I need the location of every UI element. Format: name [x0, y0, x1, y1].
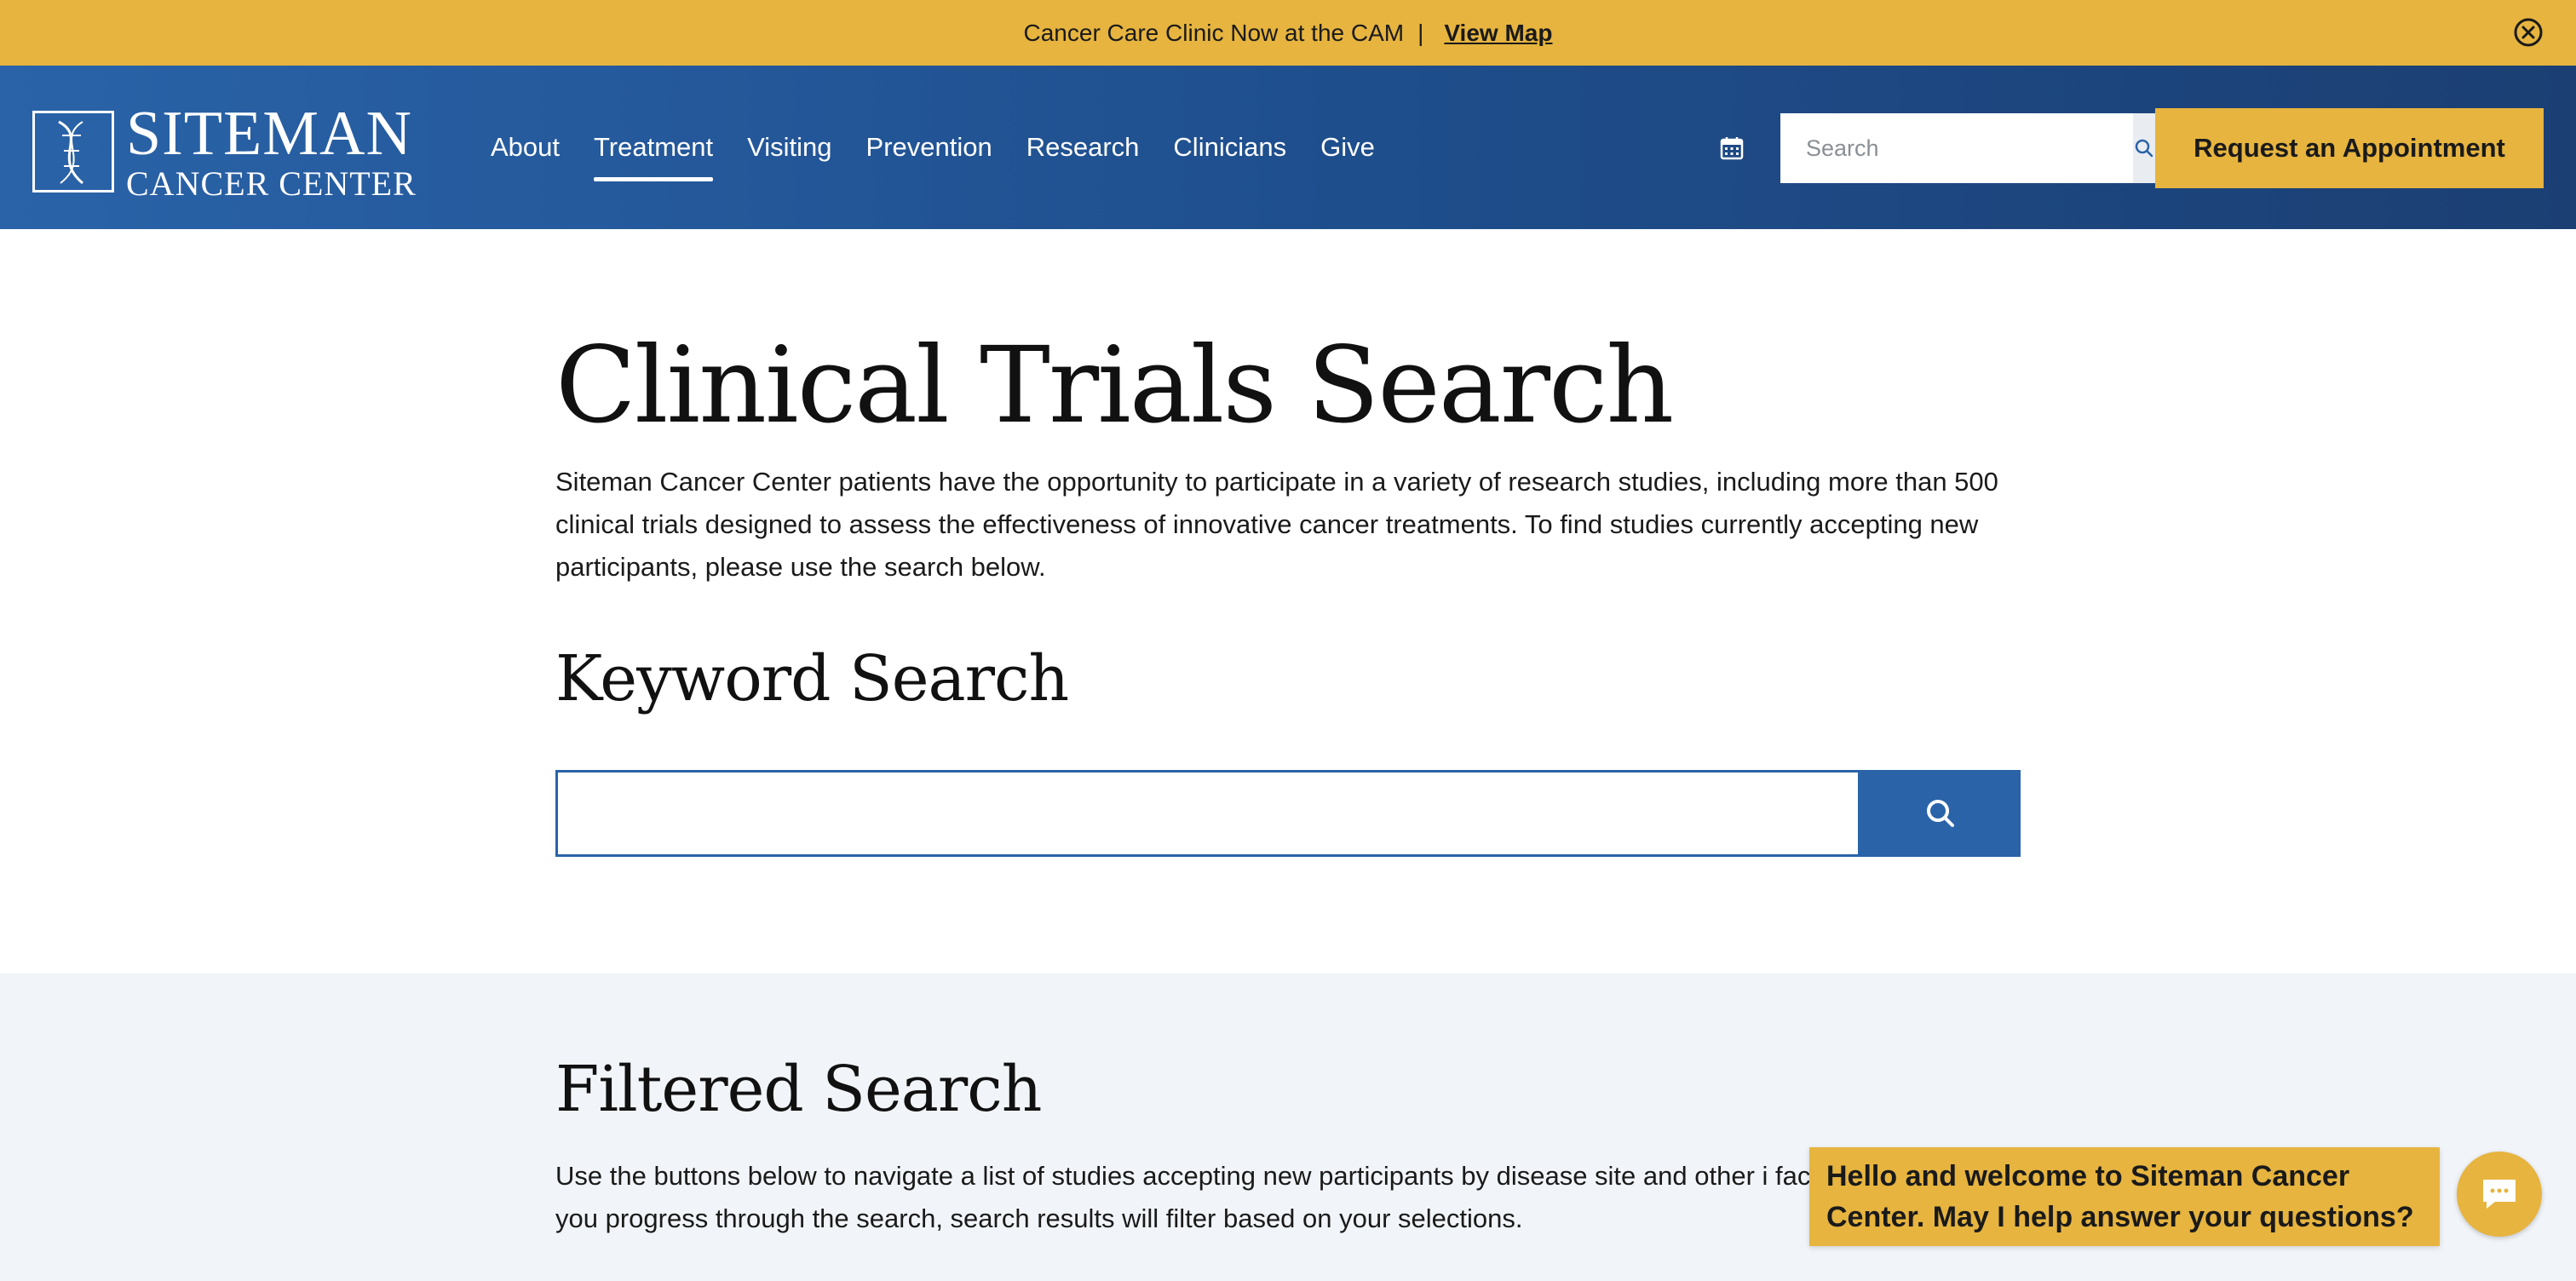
filtered-search-description: Use the buttons below to navigate a list… — [555, 1161, 1899, 1233]
chat-welcome-bubble[interactable]: Hello and welcome to Siteman Cancer Cent… — [1809, 1147, 2440, 1246]
filtered-search-title: Filtered Search — [555, 1053, 1042, 1126]
main-nav: About Treatment Visiting Prevention Rese… — [491, 66, 1409, 229]
close-circle-icon — [2514, 18, 2543, 47]
nav-visiting[interactable]: Visiting — [747, 125, 831, 169]
calendar-button[interactable] — [1719, 135, 1745, 161]
keyword-search-title: Keyword Search — [555, 642, 1069, 715]
search-icon — [2135, 139, 2153, 158]
intro-text: Siteman Cancer Center patients have the … — [555, 467, 1998, 582]
keyword-search-button[interactable] — [1860, 770, 2021, 857]
site-logo[interactable]: SITEMAN CANCER CENTER — [32, 99, 417, 203]
chat-icon — [2483, 1180, 2516, 1209]
header-search — [1780, 113, 2155, 183]
chat-button[interactable] — [2457, 1152, 2542, 1237]
request-appointment-button[interactable]: Request an Appointment — [2155, 108, 2544, 188]
header-search-input[interactable] — [1780, 113, 2133, 183]
site-header: SITEMAN CANCER CENTER About Treatment Vi… — [0, 66, 2576, 229]
calendar-icon — [1720, 137, 1744, 160]
nav-treatment[interactable]: Treatment — [594, 125, 714, 181]
announcement-separator: | — [1417, 19, 1424, 46]
header-search-button[interactable] — [2133, 113, 2155, 183]
close-announcement-button[interactable] — [2513, 17, 2544, 48]
nav-clinicians[interactable]: Clinicians — [1173, 125, 1286, 169]
announcement-message: Cancer Care Clinic Now at the CAM — [1023, 19, 1405, 46]
logo-line-1: SITEMAN — [126, 99, 412, 169]
search-icon — [1927, 800, 1954, 827]
logo-line-2: CANCER CENTER — [126, 164, 417, 203]
dna-logo-icon — [32, 111, 114, 192]
keyword-search-input[interactable] — [555, 770, 1860, 857]
nav-about[interactable]: About — [491, 125, 560, 169]
announcement-bar: Cancer Care Clinic Now at the CAM | View… — [0, 0, 2576, 66]
nav-prevention[interactable]: Prevention — [866, 125, 992, 169]
keyword-search-form — [555, 770, 2021, 857]
nav-give[interactable]: Give — [1320, 125, 1375, 169]
view-map-link[interactable]: View Map — [1444, 20, 1552, 47]
nav-research[interactable]: Research — [1026, 125, 1140, 169]
page-title: Clinical Trials Search — [555, 325, 1674, 447]
